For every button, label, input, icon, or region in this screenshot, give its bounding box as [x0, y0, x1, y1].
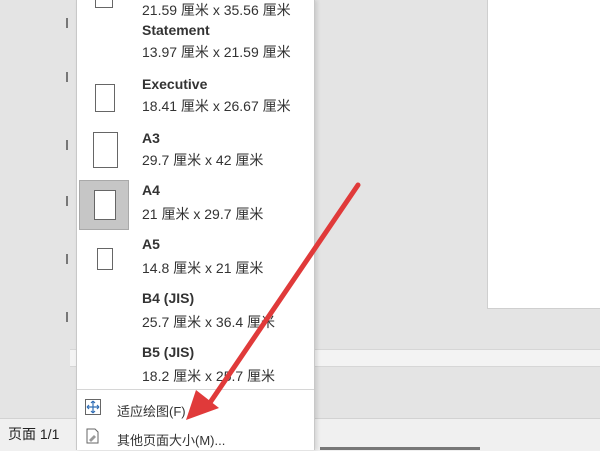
page-size-dimensions: 29.7 厘米 x 42 厘米	[142, 152, 264, 168]
page-size-dimensions: 25.7 厘米 x 36.4 厘米	[142, 314, 276, 330]
page-thumbnail	[79, 0, 129, 18]
page-size-name: A5	[142, 236, 160, 252]
fit-to-drawing-label: 适应绘图(F)	[117, 404, 186, 419]
menu-separator	[77, 389, 314, 390]
page-size-name: A3	[142, 130, 160, 146]
vertical-ruler	[66, 0, 76, 360]
page-size-option-legal[interactable]: 21.59 厘米 x 35.56 厘米	[77, 0, 314, 20]
page-size-option-a3[interactable]: A3 29.7 厘米 x 42 厘米	[77, 128, 314, 182]
page-number-status[interactable]: 页面 1/1	[8, 424, 59, 444]
page-thumbnail	[79, 76, 129, 126]
page-size-dimensions: 18.2 厘米 x 25.7 厘米	[142, 368, 276, 384]
page-size-name: B4 (JIS)	[142, 290, 195, 306]
page-size-option-a4[interactable]: A4 21 厘米 x 29.7 厘米	[77, 178, 314, 232]
page-setup-icon	[85, 428, 101, 444]
page-size-name: A4	[142, 182, 160, 198]
more-page-sizes-label: 其他页面大小(M)...	[117, 433, 226, 448]
drawing-page	[487, 0, 600, 309]
page-thumbnail	[79, 130, 129, 180]
page-size-name: Statement	[142, 22, 210, 38]
page-size-option-executive[interactable]: Executive 18.41 厘米 x 26.67 厘米	[77, 74, 314, 128]
fit-to-drawing-command[interactable]: 适应绘图(F)	[77, 396, 314, 422]
page-size-dropdown: 21.59 厘米 x 35.56 厘米 Statement 13.97 厘米 x…	[76, 0, 315, 450]
page-size-dimensions: 14.8 厘米 x 21 厘米	[142, 260, 264, 276]
page-thumbnail	[79, 180, 129, 230]
page-size-name: Executive	[142, 76, 208, 92]
page-size-dimensions: 18.41 厘米 x 26.67 厘米	[142, 98, 291, 114]
more-page-sizes-command[interactable]: 其他页面大小(M)...	[77, 424, 314, 450]
page-size-name: B5 (JIS)	[142, 344, 195, 360]
page-size-option-a5[interactable]: A5 14.8 厘米 x 21 厘米	[77, 236, 314, 290]
page-size-option-b4-jis[interactable]: B4 (JIS) 25.7 厘米 x 36.4 厘米	[77, 290, 314, 344]
page-size-dimensions: 21 厘米 x 29.7 厘米	[142, 206, 264, 222]
page-thumbnail	[79, 238, 129, 288]
page-size-dimensions: 21.59 厘米 x 35.56 厘米	[142, 2, 291, 18]
page-size-dimensions: 13.97 厘米 x 21.59 厘米	[142, 44, 291, 60]
page-size-option-statement[interactable]: Statement 13.97 厘米 x 21.59 厘米	[77, 20, 314, 74]
fit-to-drawing-icon	[85, 399, 101, 415]
